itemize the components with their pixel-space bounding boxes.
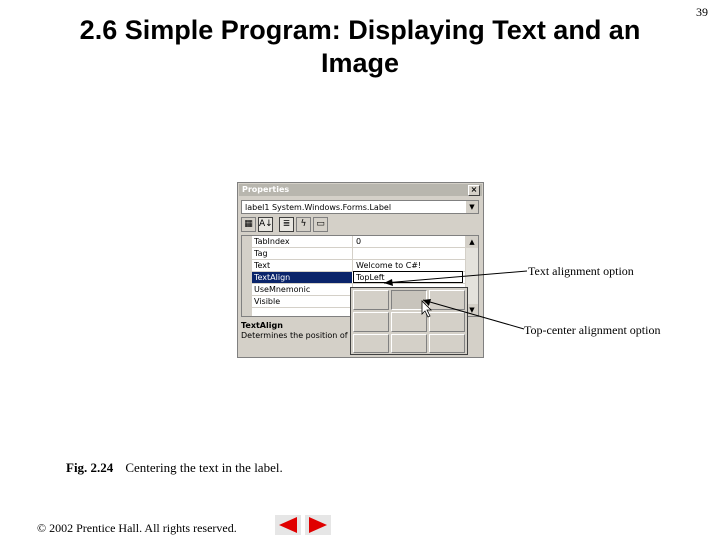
text-alignment-arrowhead bbox=[384, 279, 393, 286]
text-alignment-arrow-line bbox=[383, 270, 528, 284]
copyright-notice: © 2002 Prentice Hall. All rights reserve… bbox=[37, 521, 237, 535]
top-center-callout: Top-center alignment option bbox=[524, 323, 661, 337]
right-arrow-icon bbox=[305, 515, 331, 535]
figure-caption: Fig. 2.24 Centering the text in the label… bbox=[66, 460, 283, 476]
figure-caption-text: Centering the text in the label. bbox=[125, 460, 283, 475]
left-arrow-icon bbox=[275, 515, 301, 535]
text-alignment-callout: Text alignment option bbox=[528, 264, 634, 278]
figure-label: Fig. 2.24 bbox=[66, 460, 114, 475]
next-slide-button[interactable] bbox=[305, 515, 331, 535]
previous-slide-button[interactable] bbox=[275, 515, 301, 535]
top-center-arrow-line bbox=[422, 299, 525, 330]
